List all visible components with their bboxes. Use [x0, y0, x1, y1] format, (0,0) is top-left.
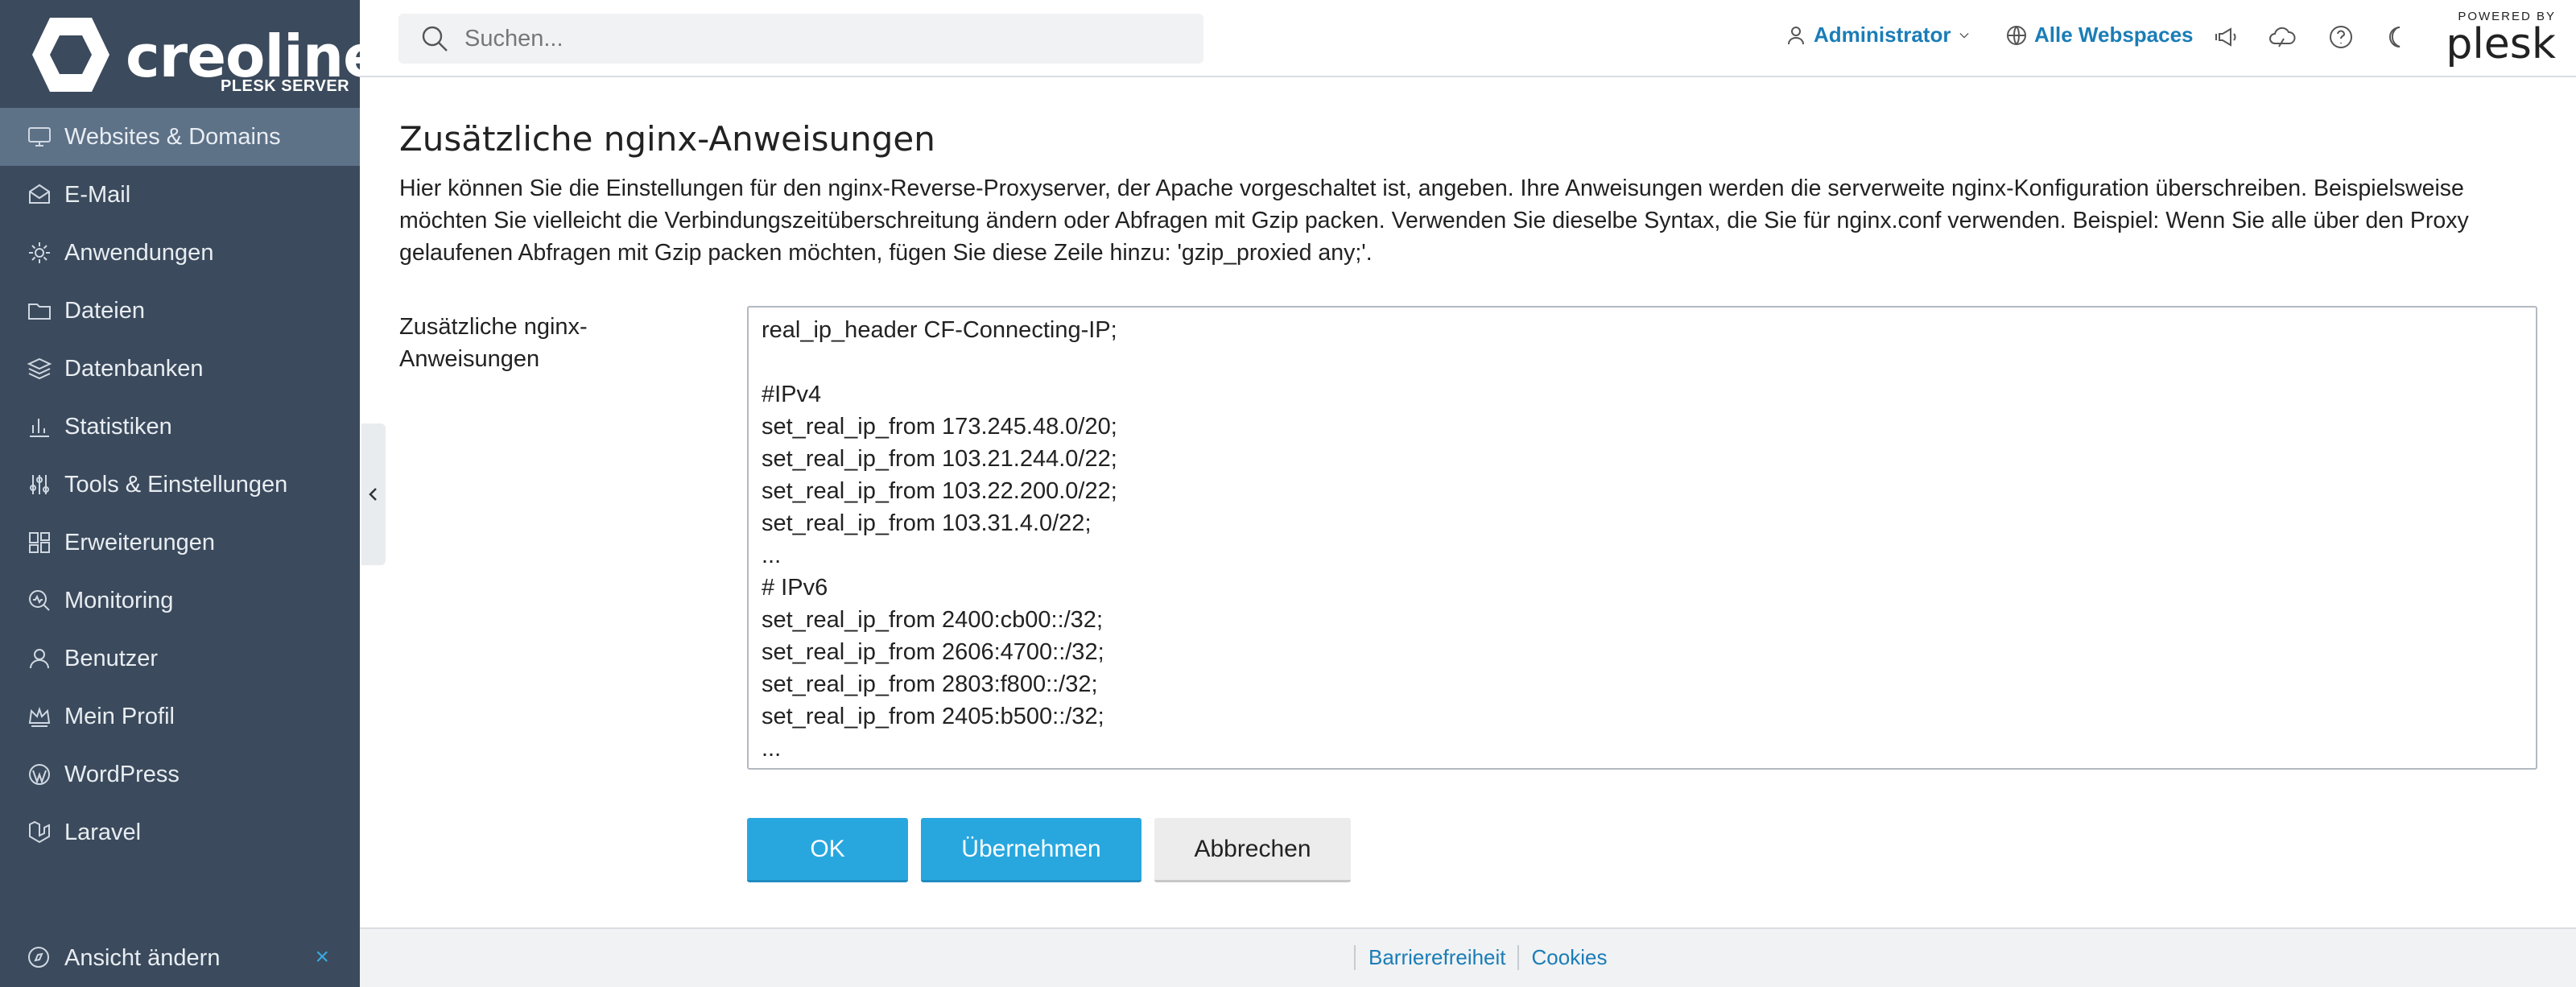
sidebar-item-mein-profil[interactable]: Mein Profil — [0, 688, 360, 745]
sidebar-item-tools-einstellungen[interactable]: Tools & Einstellungen — [0, 456, 360, 514]
sliders-icon — [26, 471, 53, 498]
brand-logo[interactable]: creoline PLESK SERVER — [29, 14, 382, 95]
folder-icon — [26, 297, 53, 324]
help-icon — [2330, 26, 2352, 48]
sidebar-item-erweiterungen[interactable]: Erweiterungen — [0, 514, 360, 572]
chevron-left-icon — [369, 488, 377, 501]
mail-icon — [26, 181, 53, 209]
cloud-button[interactable] — [2268, 23, 2297, 52]
sidebar-item-websites-domains[interactable]: Websites & Domains — [0, 108, 360, 166]
webspaces-label: Alle Webspaces — [2034, 23, 2194, 47]
brand-subtitle: PLESK SERVER — [221, 77, 350, 95]
monitoring-icon — [26, 587, 53, 614]
bar-chart-icon — [26, 413, 53, 440]
dark-mode-toggle[interactable] — [2382, 23, 2411, 52]
moon-icon — [2389, 27, 2401, 47]
sidebar-item-wordpress[interactable]: WordPress — [0, 745, 360, 803]
nginx-directives-textarea[interactable]: real_ip_header CF-Connecting-IP; #IPv4 s… — [747, 306, 2537, 770]
page-footer: Barrierefreiheit Cookies — [360, 927, 2576, 987]
search-bar[interactable] — [398, 14, 1203, 64]
user-menu[interactable]: Administrator — [1785, 23, 1978, 47]
layers-icon — [26, 355, 53, 382]
user-icon — [26, 645, 53, 672]
top-header: Administrator Alle Webspaces POWERED BY … — [360, 0, 2576, 77]
wordpress-icon — [26, 761, 53, 788]
textarea-line: # IPv6 — [762, 575, 828, 601]
apply-button[interactable]: Übernehmen — [921, 818, 1141, 882]
textarea-line: set_real_ip_from 2405:b500::/32; — [762, 704, 1104, 729]
sidebar-item-label: Laravel — [64, 819, 142, 845]
accessibility-link[interactable]: Barrierefreiheit — [1354, 945, 1517, 970]
textarea-line: ... — [762, 736, 782, 762]
sidebar: creoline PLESK SERVER Websites & Domains… — [0, 0, 382, 987]
sidebar-item-label: Tools & Einstellungen — [64, 471, 288, 498]
ok-button[interactable]: OK — [747, 818, 908, 882]
textarea-line: #IPv4 — [762, 382, 822, 407]
sidebar-item-laravel[interactable]: Laravel — [0, 803, 360, 861]
textarea-line: set_real_ip_from 173.245.48.0/20; — [762, 414, 1117, 440]
crown-icon — [26, 703, 53, 730]
sidebar-item-label: Mein Profil — [64, 703, 175, 729]
page-description: Hier können Sie die Einstellungen für de… — [399, 176, 2469, 266]
sidebar-item-label: WordPress — [64, 761, 180, 787]
sidebar-item-label: Websites & Domains — [64, 123, 281, 150]
sidebar-item-label: Anwendungen — [64, 239, 214, 266]
textarea-line: real_ip_header CF-Connecting-IP; — [762, 317, 1117, 343]
notifications-button[interactable] — [2211, 23, 2240, 52]
close-icon[interactable]: × — [315, 944, 329, 971]
powered-by-plesk: POWERED BY plesk — [2443, 10, 2556, 65]
textarea-line: set_real_ip_from 103.22.200.0/22; — [762, 478, 1117, 504]
sidebar-item-label: Datenbanken — [64, 355, 204, 382]
textarea-line: set_real_ip_from 2400:cb00::/32; — [762, 607, 1103, 633]
sidebar-item-email[interactable]: E-Mail — [0, 166, 360, 224]
search-input[interactable] — [464, 25, 1173, 52]
change-view-button[interactable]: Ansicht ändern × — [0, 932, 360, 984]
cancel-button[interactable]: Abbrechen — [1154, 818, 1351, 882]
cookies-link[interactable]: Cookies — [1517, 945, 1619, 970]
sidebar-item-monitoring[interactable]: Monitoring — [0, 572, 360, 630]
chevron-down-icon — [1959, 32, 1970, 38]
textarea-line: ... — [762, 543, 782, 568]
sidebar-item-anwendungen[interactable]: Anwendungen — [0, 224, 360, 282]
page-title: Zusätzliche nginx-Anweisungen — [399, 119, 935, 159]
sidebar-item-label: Monitoring — [64, 587, 174, 613]
nginx-directives-label: Zusätzliche nginx-Anweisungen — [399, 314, 588, 372]
help-button[interactable] — [2326, 23, 2355, 52]
plesk-logo: plesk — [2446, 20, 2556, 68]
textarea-line: set_real_ip_from 103.21.244.0/22; — [762, 446, 1117, 472]
cloud-icon — [2269, 27, 2296, 47]
sidebar-item-label: Statistiken — [64, 413, 172, 440]
textarea-line: set_real_ip_from 103.31.4.0/22; — [762, 510, 1092, 536]
laravel-icon — [26, 819, 53, 846]
sidebar-item-datenbanken[interactable]: Datenbanken — [0, 340, 360, 398]
sidebar-item-benutzer[interactable]: Benutzer — [0, 630, 360, 688]
gear-icon — [26, 239, 53, 266]
textarea-line: set_real_ip_from 2803:f800::/32; — [762, 671, 1098, 697]
sidebar-item-label: Benutzer — [64, 645, 159, 671]
user-menu-label: Administrator — [1814, 23, 1951, 47]
globe-icon — [2007, 25, 2026, 45]
user-icon — [1788, 26, 1804, 44]
compass-icon — [26, 944, 53, 972]
textarea-line — [762, 346, 2523, 378]
sidebar-item-label: E-Mail — [64, 181, 131, 208]
textarea-line: set_real_ip_from 2606:4700::/32; — [762, 639, 1104, 665]
sidebar-item-statistiken[interactable]: Statistiken — [0, 398, 360, 456]
monitor-icon — [26, 123, 53, 151]
sidebar-item-dateien[interactable]: Dateien — [0, 282, 360, 340]
search-icon — [422, 26, 448, 52]
extensions-icon — [26, 529, 53, 556]
sidebar-item-label: Dateien — [64, 297, 145, 324]
sidebar-collapse-button[interactable] — [361, 423, 386, 565]
sidebar-item-label: Erweiterungen — [64, 529, 215, 555]
megaphone-icon — [2215, 27, 2236, 47]
change-view-label: Ansicht ändern — [64, 944, 221, 971]
webspaces-menu[interactable]: Alle Webspaces — [2005, 23, 2194, 47]
sidebar-nav: Websites & Domains E-Mail Anwendungen Da… — [0, 108, 360, 861]
creoline-logo-icon — [32, 18, 109, 92]
